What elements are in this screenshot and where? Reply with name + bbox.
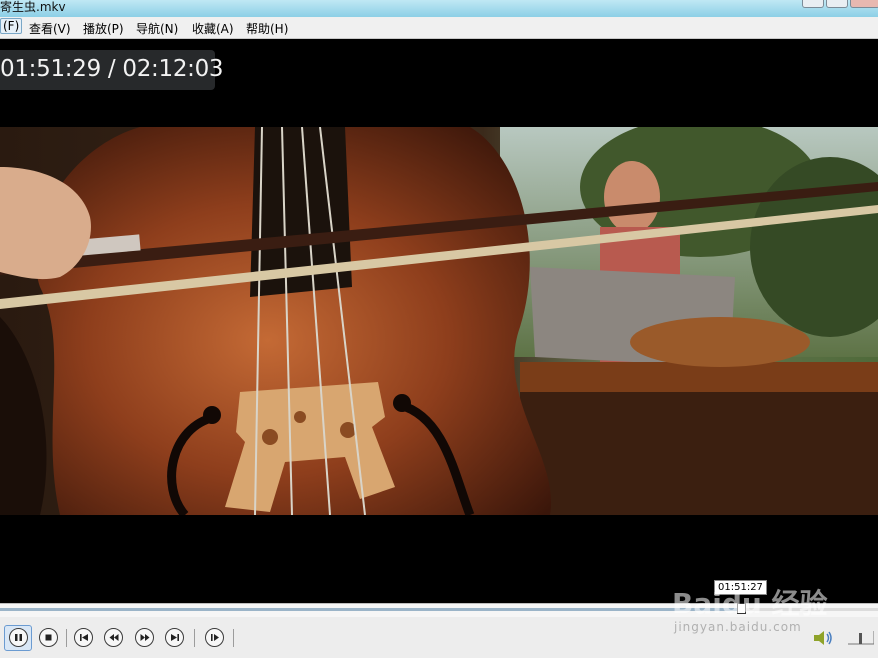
menu-view[interactable]: 查看(V) <box>29 20 71 37</box>
video-frame <box>0 127 878 515</box>
title-bar: 寄生虫.mkv <box>0 0 878 17</box>
pause-icon <box>15 634 22 641</box>
separator <box>233 629 234 647</box>
menu-favorites[interactable]: 收藏(A) <box>192 20 234 37</box>
minimize-button[interactable] <box>802 0 824 8</box>
frame-step-icon <box>210 634 219 641</box>
close-button[interactable] <box>850 0 878 8</box>
window-title: 寄生虫.mkv <box>0 0 66 14</box>
control-bar: jingyan.baidu.com <box>0 617 878 658</box>
separator <box>194 629 195 647</box>
video-area[interactable]: 01:51:29 / 02:12:03 <box>0 39 878 603</box>
menu-navigate[interactable]: 导航(N) <box>136 20 178 37</box>
fast-forward-icon <box>140 634 149 641</box>
seek-progress <box>0 608 741 611</box>
rewind-icon <box>109 634 118 641</box>
volume-slider[interactable] <box>848 631 874 645</box>
menu-bar: (F) 查看(V) 播放(P) 导航(N) 收藏(A) 帮助(H) <box>0 17 878 39</box>
skip-forward-icon <box>170 634 179 641</box>
previous-button[interactable] <box>74 628 93 647</box>
frame-step-button[interactable] <box>205 628 224 647</box>
menu-play[interactable]: 播放(P) <box>83 20 124 37</box>
menu-file[interactable]: (F) <box>0 18 23 34</box>
menu-help[interactable]: 帮助(H) <box>246 20 288 37</box>
volume-speaker-icon[interactable] <box>812 629 834 647</box>
time-overlay: 01:51:29 / 02:12:03 <box>0 50 224 90</box>
time-overlay-text: 01:51:29 / 02:12:03 <box>0 56 224 82</box>
separator <box>66 629 67 647</box>
stop-button[interactable] <box>39 628 58 647</box>
skip-back-icon <box>79 634 88 641</box>
baidu-watermark: Baidu 经验 <box>672 587 828 620</box>
fast-forward-button[interactable] <box>135 628 154 647</box>
pause-button[interactable] <box>9 628 28 647</box>
maximize-button[interactable] <box>826 0 848 8</box>
rewind-button[interactable] <box>104 628 123 647</box>
stop-icon <box>45 634 52 641</box>
baidu-watermark-url: jingyan.baidu.com <box>674 620 802 634</box>
next-button[interactable] <box>165 628 184 647</box>
